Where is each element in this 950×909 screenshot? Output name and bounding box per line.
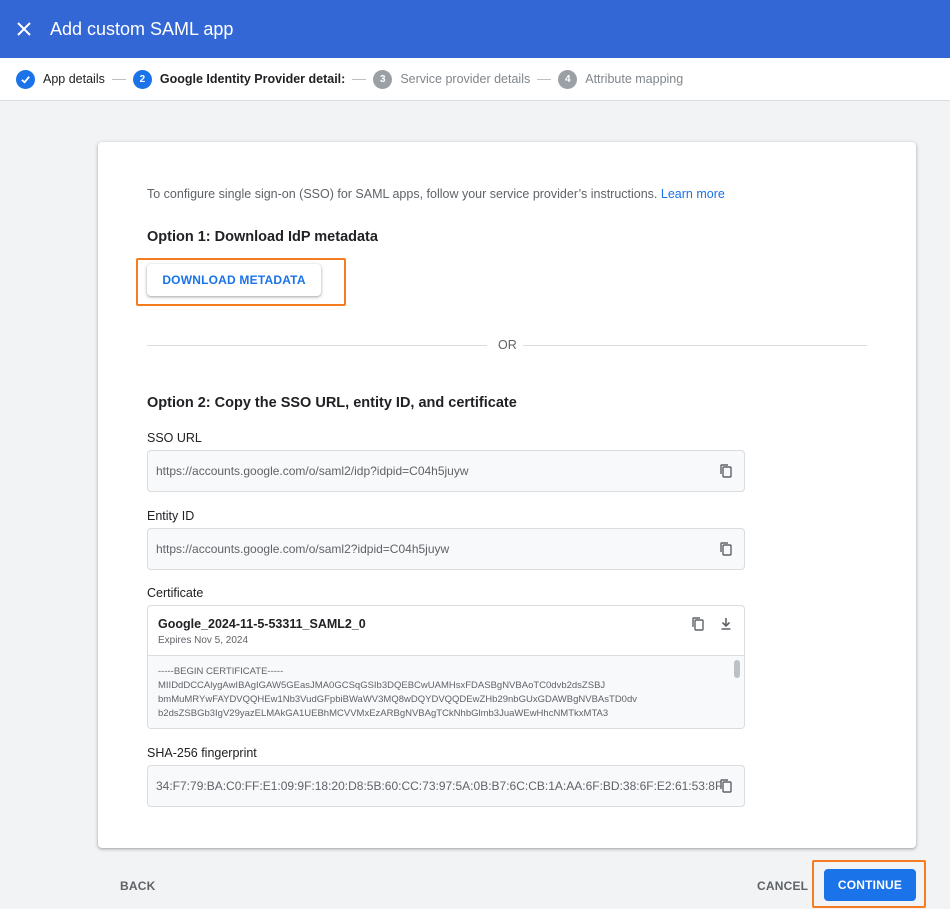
- step-service-provider-details[interactable]: 3 Service provider details: [373, 69, 531, 89]
- close-icon[interactable]: [14, 19, 34, 39]
- copy-icon[interactable]: [718, 778, 734, 794]
- sso-url-value: https://accounts.google.com/o/saml2/idp?…: [156, 464, 469, 478]
- entity-id-value: https://accounts.google.com/o/saml2?idpi…: [156, 542, 450, 556]
- copy-icon[interactable]: [718, 463, 734, 479]
- certificate-line: -----BEGIN CERTIFICATE-----: [158, 666, 284, 677]
- check-circle-icon: [16, 69, 35, 89]
- learn-more-link[interactable]: Learn more: [661, 187, 725, 201]
- certificate-scrollbar[interactable]: [734, 660, 740, 678]
- step-label: App details: [43, 72, 105, 86]
- intro-text: To configure single sign-on (SSO) for SA…: [147, 187, 725, 201]
- download-icon[interactable]: [718, 616, 734, 632]
- continue-button[interactable]: CONTINUE: [824, 869, 916, 901]
- step-google-idp-details[interactable]: 2 Google Identity Provider detail:: [132, 69, 346, 89]
- step-label: Attribute mapping: [585, 72, 684, 86]
- entity-id-label: Entity ID: [147, 509, 195, 523]
- certificate-expiry: Expires Nov 5, 2024: [158, 635, 249, 646]
- option2-title: Option 2: Copy the SSO URL, entity ID, a…: [147, 395, 517, 411]
- idp-details-card: To configure single sign-on (SSO) for SA…: [98, 142, 916, 848]
- step-number: 2: [132, 69, 152, 89]
- certificate-line: bmMuMRYwFAYDVQQHEw1Nb3VudGFpbiBWaWV3MQ8w…: [158, 694, 637, 705]
- sso-url-label: SSO URL: [147, 431, 202, 445]
- back-button[interactable]: BACK: [120, 879, 155, 893]
- certificate-header: Google_2024-11-5-53311_SAML2_0 Expires N…: [148, 606, 744, 656]
- step-number: 4: [558, 69, 578, 89]
- step-app-details[interactable]: App details: [16, 69, 105, 89]
- page-title: Add custom SAML app: [50, 18, 234, 39]
- certificate-name: Google_2024-11-5-53311_SAML2_0: [158, 617, 366, 631]
- copy-icon[interactable]: [690, 616, 706, 632]
- step-attribute-mapping[interactable]: 4 Attribute mapping: [558, 69, 684, 89]
- copy-icon[interactable]: [718, 541, 734, 557]
- download-metadata-button[interactable]: DOWNLOAD METADATA: [147, 264, 321, 296]
- fingerprint-field[interactable]: 34:F7:79:BA:C0:FF:E1:09:9F:18:20:D8:5B:6…: [147, 765, 745, 807]
- certificate-label: Certificate: [147, 586, 204, 600]
- certificate-text[interactable]: -----BEGIN CERTIFICATE----- MIIDdDCCAlyg…: [148, 656, 744, 728]
- top-app-bar: Add custom SAML app: [0, 0, 950, 58]
- entity-id-field[interactable]: https://accounts.google.com/o/saml2?idpi…: [147, 528, 745, 570]
- fingerprint-value: 34:F7:79:BA:C0:FF:E1:09:9F:18:20:D8:5B:6…: [156, 779, 723, 793]
- option1-title: Option 1: Download IdP metadata: [147, 229, 378, 245]
- cancel-button[interactable]: CANCEL: [757, 879, 808, 893]
- step-separator: [352, 78, 367, 80]
- fingerprint-label: SHA-256 fingerprint: [147, 746, 257, 760]
- or-separator: OR: [498, 338, 517, 352]
- step-label: Service provider details: [400, 72, 531, 86]
- step-separator: [537, 78, 552, 80]
- divider-left: [147, 345, 487, 346]
- divider-right: [523, 345, 867, 346]
- step-separator: [111, 78, 126, 80]
- certificate-box: Google_2024-11-5-53311_SAML2_0 Expires N…: [147, 605, 745, 729]
- sso-url-field[interactable]: https://accounts.google.com/o/saml2/idp?…: [147, 450, 745, 492]
- step-number: 3: [373, 69, 393, 89]
- step-label: Google Identity Provider detail:: [159, 72, 346, 86]
- intro-description: To configure single sign-on (SSO) for SA…: [147, 187, 658, 201]
- certificate-line: b2dsZSBGb3IgV29yazELMAkGA1UEBhMCVVMxEzAR…: [158, 708, 609, 719]
- certificate-line: MIIDdDCCAlygAwIBAgIGAW5GEasJMA0GCSqGSIb3…: [158, 680, 606, 691]
- stepper: App details 2 Google Identity Provider d…: [0, 58, 950, 101]
